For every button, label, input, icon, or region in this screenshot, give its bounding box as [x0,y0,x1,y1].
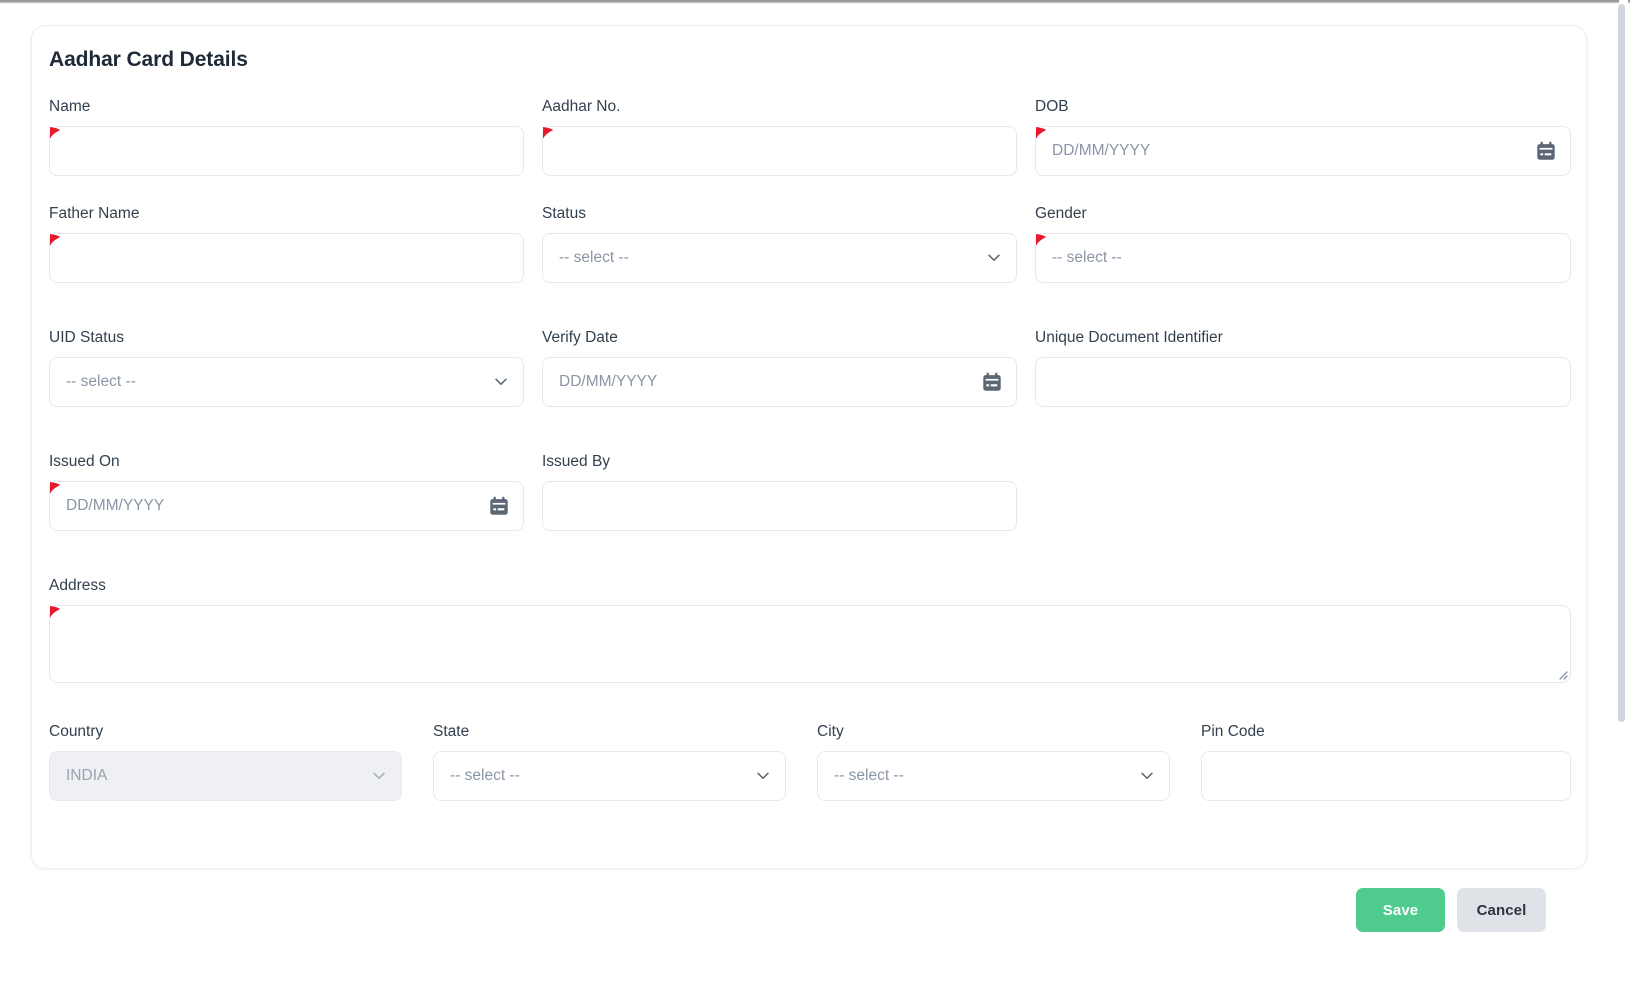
field-country: Country INDIA [49,723,402,833]
form-row-2: Father Name Status -- select -- Gender -… [49,205,1571,329]
verify-date-input-wrap [542,356,1017,407]
form-row-3: UID Status -- select -- Verify Date DD/M… [49,329,1571,453]
field-aadhar-no: Aadhar No. [542,98,1017,205]
dob-input-wrap [1035,125,1571,176]
field-address: Address [49,577,1571,723]
field-father-name: Father Name [49,205,524,329]
page-scrollbar-track[interactable] [1618,0,1628,985]
app-viewport: Aadhar Card Details Name Aadhar No. DOB … [0,0,1630,985]
label-dob: DOB [1035,98,1069,115]
pin-code-input-wrap [1201,750,1571,801]
field-uid-status: UID Status -- select -- [49,329,524,453]
label-address: Address [49,577,106,594]
label-city: City [817,723,844,740]
label-father-name: Father Name [49,205,140,222]
gender-select[interactable]: -- select -- [1035,232,1571,283]
field-verify-date: Verify Date [542,329,1017,453]
udi-input-wrap [1035,356,1571,407]
field-status: Status -- select -- [542,205,1017,329]
city-select-wrap: -- select -- [817,750,1170,801]
form-row-4: Issued On DD/MM/YYYY Issued By [49,453,1571,577]
field-name: Name [49,98,524,205]
verify-date-input[interactable] [542,356,1017,407]
status-select[interactable]: -- select -- [542,232,1017,283]
label-issued-on: Issued On [49,453,120,470]
field-pin-code: Pin Code [1201,723,1571,833]
form-row-6: Country INDIA State -- select -- City --… [49,723,1571,833]
uid-status-select[interactable]: -- select -- [49,356,524,407]
aadhar-no-input-wrap [542,125,1017,176]
label-verify-date: Verify Date [542,329,618,346]
browser-top-edge [0,0,1630,5]
country-select-wrap: INDIA [49,750,402,801]
name-input[interactable] [49,125,524,176]
field-row4-spacer [1035,453,1571,577]
gender-select-wrap: -- select -- [1035,232,1571,283]
status-select-wrap: -- select -- [542,232,1017,283]
aadhar-form: Name Aadhar No. DOB DD/MM/YYYY Father Na… [49,98,1571,833]
field-issued-by: Issued By [542,453,1017,577]
field-unique-document-identifier: Unique Document Identifier [1035,329,1571,453]
label-uid-status: UID Status [49,329,124,346]
field-dob: DOB [1035,98,1571,205]
state-select[interactable]: -- select -- [433,750,786,801]
label-name: Name [49,98,91,115]
country-select: INDIA [49,750,402,801]
label-aadhar-no: Aadhar No. [542,98,621,115]
form-row-5: Address [49,577,1571,723]
form-actions: Save Cancel [0,888,1587,932]
aadhar-no-input[interactable] [542,125,1017,176]
label-country: Country [49,723,104,740]
field-city: City -- select -- [817,723,1170,833]
aadhar-card-details-panel: Aadhar Card Details Name Aadhar No. DOB … [31,25,1587,869]
save-button[interactable]: Save [1356,888,1445,932]
issued-by-input[interactable] [542,480,1017,531]
cancel-button[interactable]: Cancel [1457,888,1546,932]
name-input-wrap [49,125,524,176]
label-status: Status [542,205,586,222]
dob-input[interactable] [1035,125,1571,176]
pin-code-input[interactable] [1201,750,1571,801]
field-state: State -- select -- [433,723,786,833]
uid-status-select-wrap: -- select -- [49,356,524,407]
issued-on-input[interactable] [49,480,524,531]
issued-by-input-wrap [542,480,1017,531]
father-name-input[interactable] [49,232,524,283]
field-issued-on: Issued On [49,453,524,577]
issued-on-input-wrap [49,480,524,531]
address-textarea-wrap [49,604,1571,683]
label-gender: Gender [1035,205,1087,222]
label-unique-document-identifier: Unique Document Identifier [1035,329,1223,346]
page-scrollbar-thumb[interactable] [1618,4,1625,722]
state-select-wrap: -- select -- [433,750,786,801]
label-pin-code: Pin Code [1201,723,1265,740]
unique-document-identifier-input[interactable] [1035,356,1571,407]
city-select[interactable]: -- select -- [817,750,1170,801]
father-name-input-wrap [49,232,524,283]
page-title: Aadhar Card Details [49,48,248,71]
label-state: State [433,723,470,740]
field-gender: Gender -- select -- [1035,205,1571,329]
label-issued-by: Issued By [542,453,611,470]
form-row-1: Name Aadhar No. DOB DD/MM/YYYY [49,98,1571,205]
address-textarea[interactable] [49,604,1571,683]
